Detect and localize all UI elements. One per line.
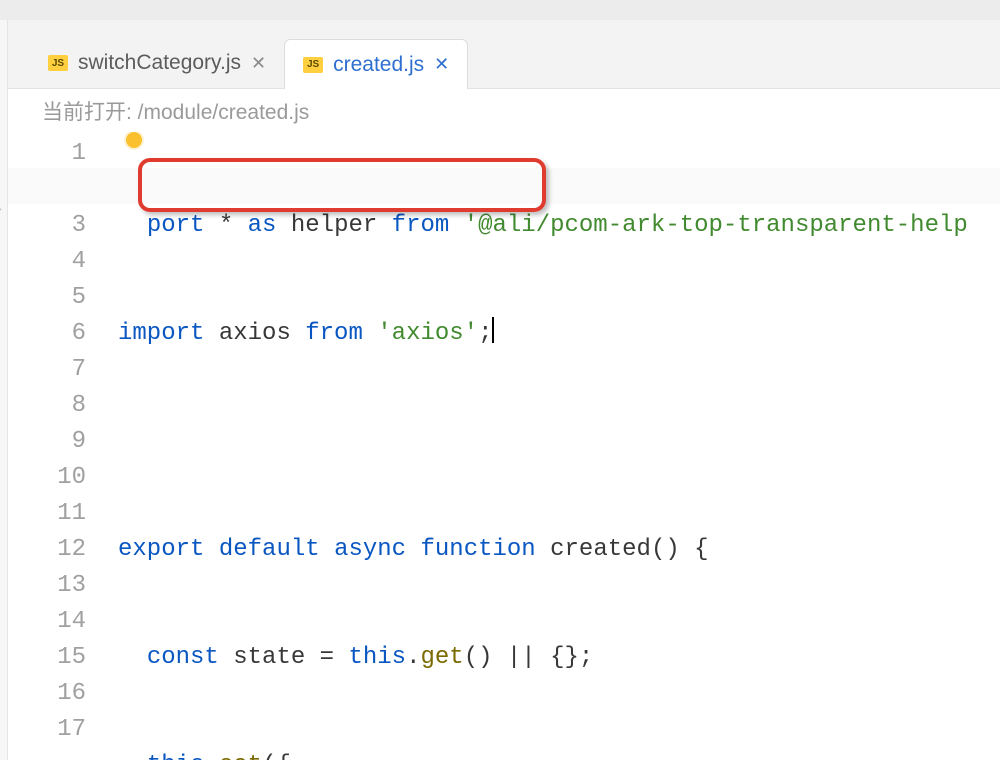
code-text: *: [204, 212, 247, 239]
code-keyword: function: [420, 536, 535, 563]
code-call: set: [219, 752, 262, 760]
code-text: state =: [233, 644, 348, 671]
line-number: 13: [8, 568, 86, 604]
code-text: [118, 212, 147, 239]
code-keyword: as: [248, 212, 277, 239]
close-icon[interactable]: ✕: [434, 54, 449, 75]
tab-label: switchCategory.js: [78, 51, 241, 75]
code-text: .: [406, 644, 420, 671]
code-text: () || {};: [464, 644, 594, 671]
code-keyword: from: [392, 212, 450, 239]
code-text: ;: [478, 320, 492, 347]
code-text: created: [550, 536, 651, 563]
code-line[interactable]: [118, 424, 1000, 460]
window-left-strip: [0, 20, 8, 760]
code-content[interactable]: port * as helper from '@ali/pcom-ark-top…: [118, 132, 1000, 760]
code-line[interactable]: const state = this.get() || {};: [118, 640, 1000, 676]
line-number: 12: [8, 532, 86, 568]
code-keyword: import: [118, 320, 204, 347]
code-line[interactable]: import axios from 'axios';: [118, 316, 1000, 352]
editor-area: JS switchCategory.js ✕ JS created.js ✕ 当…: [8, 20, 1000, 760]
code-text: ({: [262, 752, 291, 760]
code-line[interactable]: port * as helper from '@ali/pcom-ark-top…: [118, 208, 1000, 244]
code-text: () {: [651, 536, 709, 563]
breadcrumb-text: 当前打开: /module/created.js: [42, 96, 309, 126]
line-number-gutter: 1 2 3 4 5 6 7 8 9 10 11 12 13 14 15 16 1…: [8, 132, 118, 760]
code-keyword: this: [147, 752, 205, 760]
tab-bar: JS switchCategory.js ✕ JS created.js ✕: [8, 20, 1000, 88]
code-text: helper: [276, 212, 391, 239]
line-number: 11: [8, 496, 86, 532]
line-number: 6: [8, 316, 86, 352]
code-text: [449, 212, 463, 239]
code-text: [118, 752, 147, 760]
close-icon[interactable]: ✕: [251, 53, 266, 74]
code-text: [204, 536, 218, 563]
text-cursor: [492, 317, 494, 343]
code-keyword: default: [219, 536, 320, 563]
line-number: 3: [8, 208, 86, 244]
line-number: 7: [8, 352, 86, 388]
line-number: 16: [8, 676, 86, 712]
tab-label: created.js: [333, 53, 424, 77]
line-number: 17: [8, 712, 86, 748]
code-keyword: this: [348, 644, 406, 671]
code-string: 'axios': [377, 320, 478, 347]
line-number: 1: [8, 136, 86, 172]
code-text: .: [204, 752, 218, 760]
code-text: [320, 536, 334, 563]
window-top-strip: [0, 0, 1000, 20]
js-file-icon: JS: [303, 57, 323, 73]
code-line[interactable]: export default async function created() …: [118, 532, 1000, 568]
code-text: [291, 320, 305, 347]
collapsed-panel-chevron[interactable]: ▸: [0, 198, 2, 219]
line-number: 8: [8, 388, 86, 424]
code-text: axios: [219, 320, 291, 347]
code-text: [536, 536, 550, 563]
code-call: get: [420, 644, 463, 671]
js-file-icon: JS: [48, 55, 68, 71]
code-keyword: from: [305, 320, 363, 347]
code-line[interactable]: this.set({: [118, 748, 1000, 760]
code-text: [118, 644, 147, 671]
line-number: 5: [8, 280, 86, 316]
code-keyword: export: [118, 536, 204, 563]
code-keyword: port: [147, 212, 205, 239]
code-text: [406, 536, 420, 563]
code-text: [204, 320, 218, 347]
line-number: 10: [8, 460, 86, 496]
code-editor[interactable]: 1 2 3 4 5 6 7 8 9 10 11 12 13 14 15 16 1…: [8, 132, 1000, 760]
code-keyword: const: [147, 644, 219, 671]
line-number: 9: [8, 424, 86, 460]
code-keyword: async: [334, 536, 406, 563]
code-string: '@ali/pcom-ark-top-transparent-help: [464, 212, 968, 239]
breadcrumb: 当前打开: /module/created.js: [8, 88, 1000, 132]
line-number: 4: [8, 244, 86, 280]
line-number: 14: [8, 604, 86, 640]
code-text: [363, 320, 377, 347]
tab-created[interactable]: JS created.js ✕: [284, 39, 468, 89]
tab-switchcategory[interactable]: JS switchCategory.js ✕: [30, 38, 284, 88]
line-number: 15: [8, 640, 86, 676]
code-text: [219, 644, 233, 671]
